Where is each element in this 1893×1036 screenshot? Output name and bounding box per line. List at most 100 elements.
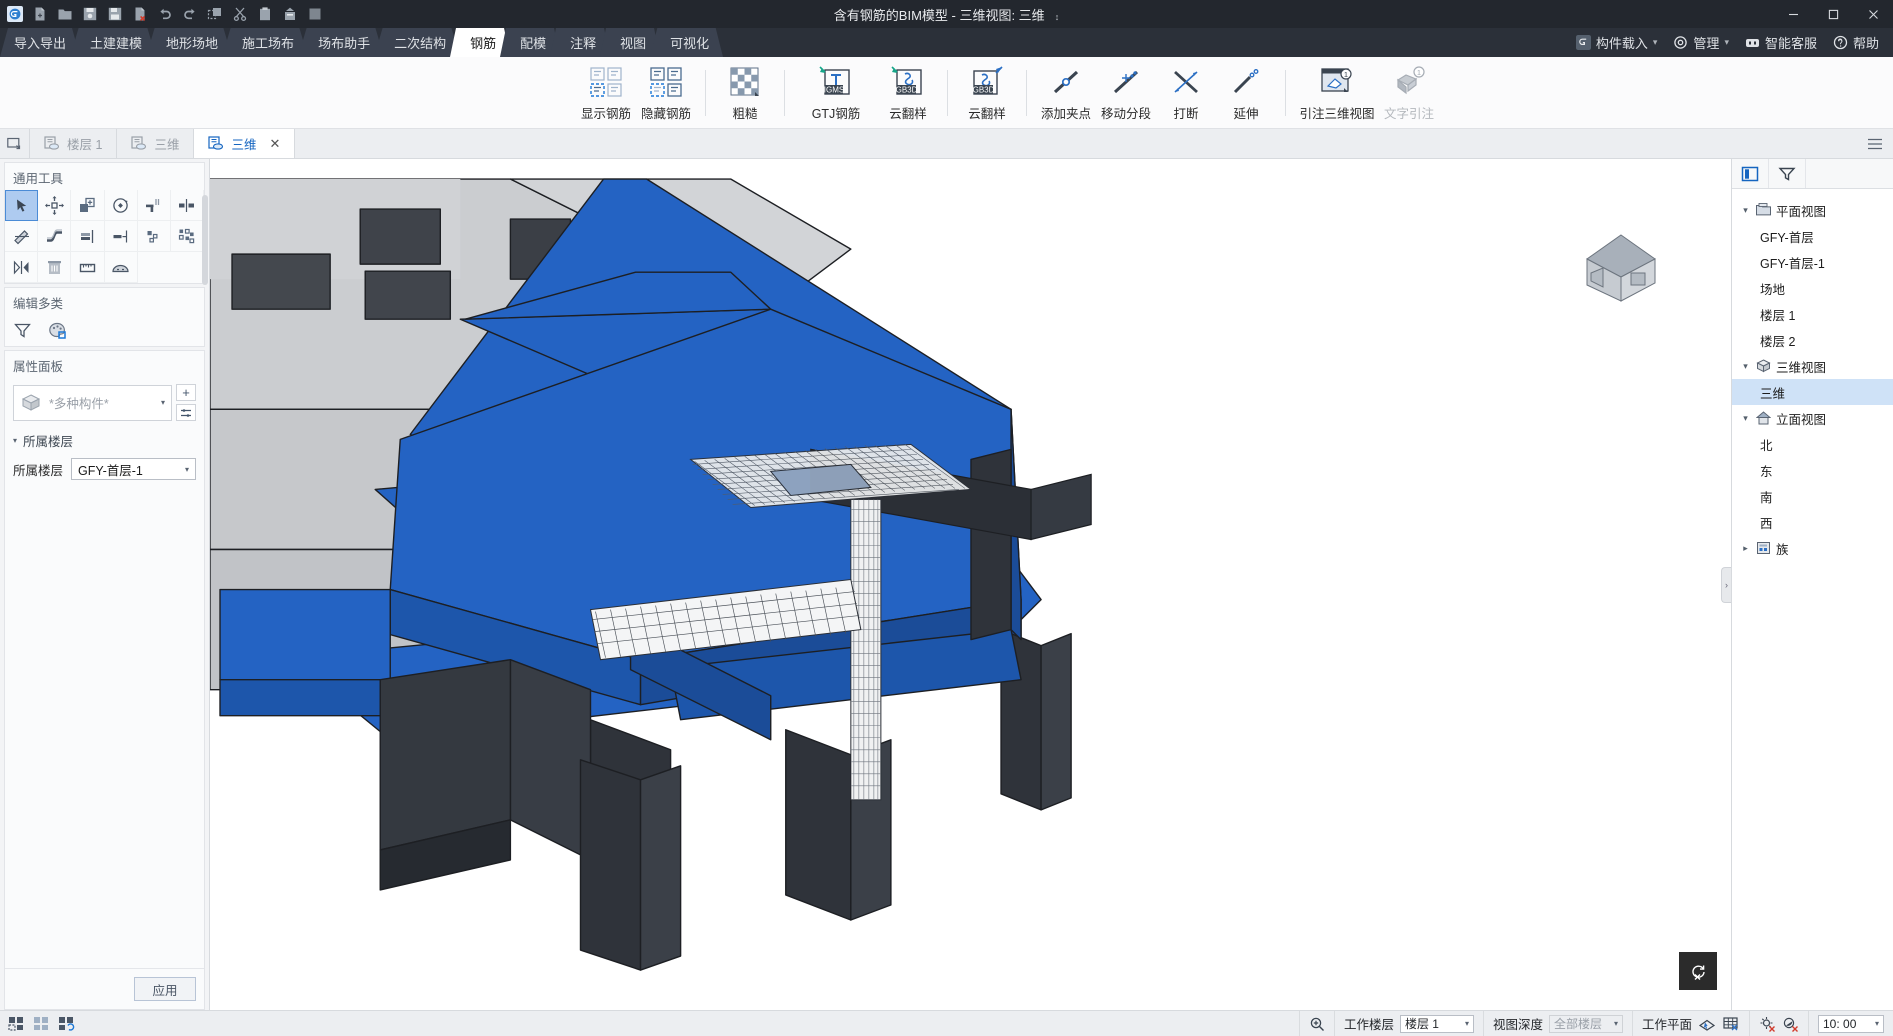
scatter-tool[interactable] xyxy=(137,221,171,252)
trim-tool[interactable] xyxy=(137,190,171,221)
work-level-select[interactable]: 楼层 1 ▾ xyxy=(1399,1014,1474,1033)
tree-node-GFY-首层[interactable]: GFY-首层 xyxy=(1732,223,1893,249)
document-tabs-menu[interactable] xyxy=(1867,129,1893,158)
tree-node-场地[interactable]: 场地 xyxy=(1732,275,1893,301)
ribbon-button-隐藏钢筋[interactable]: 隐藏钢筋 xyxy=(636,62,696,125)
offset-tool[interactable] xyxy=(5,221,39,252)
time-select[interactable]: 10: 00 ▾ xyxy=(1818,1014,1884,1033)
match-icon[interactable] xyxy=(278,3,301,26)
minimize-button[interactable] xyxy=(1773,0,1813,28)
ribbon-button-延伸[interactable]: 延伸 xyxy=(1216,62,1276,125)
shadow-off-icon[interactable] xyxy=(1782,1016,1799,1032)
save-icon[interactable] xyxy=(78,3,101,26)
edit-type-button[interactable] xyxy=(176,404,196,421)
close-icon[interactable]: ✕ xyxy=(269,136,280,152)
move-tool[interactable] xyxy=(38,190,72,221)
save-as-icon[interactable] xyxy=(103,3,126,26)
ribbon-button-显示钢筋[interactable]: 显示钢筋 xyxy=(576,62,636,125)
restore-window-icon[interactable] xyxy=(0,129,30,158)
ribbon-button-GTJ钢筋[interactable]: IGMS GTJ钢筋 xyxy=(794,62,878,125)
ribbon-button-添加夹点[interactable]: 添加夹点 xyxy=(1036,62,1096,125)
menu-tab-10[interactable]: 可视化 xyxy=(650,28,724,57)
maximize-button[interactable] xyxy=(1813,0,1853,28)
menu-tab-1[interactable]: 土建建模 xyxy=(70,28,157,57)
ribbon-button-粗糙[interactable]: 粗糙 xyxy=(715,62,775,125)
level-section-header[interactable]: ▾ 所属楼层 xyxy=(5,425,204,456)
close-button[interactable] xyxy=(1853,0,1893,28)
tree-node-GFY-首层-1[interactable]: GFY-首层-1 xyxy=(1732,249,1893,275)
chevron-down-icon[interactable]: ▾ xyxy=(1740,413,1751,424)
undo-icon[interactable] xyxy=(153,3,176,26)
select-mode-icon[interactable] xyxy=(8,1016,25,1031)
tree-node-南[interactable]: 南 xyxy=(1732,483,1893,509)
sun-off-icon[interactable] xyxy=(1759,1016,1776,1032)
reset-view-button[interactable] xyxy=(1679,952,1717,990)
tree-node-西[interactable]: 西 xyxy=(1732,509,1893,535)
select-tool[interactable] xyxy=(5,190,39,221)
tree-node-东[interactable]: 东 xyxy=(1732,457,1893,483)
tree-node-族[interactable]: ▸ 族 xyxy=(1732,535,1893,561)
menu-tab-2[interactable]: 地形场地 xyxy=(146,28,233,57)
menu-tab-5[interactable]: 二次结构 xyxy=(374,28,461,57)
copy-icon[interactable] xyxy=(203,3,226,26)
work-plane-grid-icon[interactable] xyxy=(1722,1016,1740,1031)
model-viewport[interactable]: › xyxy=(210,159,1731,1010)
section-tool[interactable] xyxy=(104,252,138,283)
filter-tab[interactable] xyxy=(1769,159,1806,188)
ribbon-button-引注三维视图[interactable]: 1 引注三维视图 xyxy=(1295,62,1379,125)
chevron-down-icon[interactable]: ▾ xyxy=(1740,361,1751,372)
redo-icon[interactable] xyxy=(178,3,201,26)
chevron-right-icon[interactable]: ▸ xyxy=(1740,543,1751,554)
zoom-region-cell[interactable] xyxy=(1298,1010,1334,1036)
palette-icon[interactable] xyxy=(40,315,75,346)
menu-tab-4[interactable]: 场布助手 xyxy=(298,28,385,57)
tools-scrollbar[interactable] xyxy=(202,195,208,285)
align-tool[interactable] xyxy=(71,221,105,252)
filter-icon[interactable] xyxy=(5,315,40,346)
close-file-icon[interactable] xyxy=(128,3,151,26)
level-select[interactable]: GFY-首层-1 ▾ xyxy=(71,458,196,480)
document-tab-1[interactable]: 三维 xyxy=(117,129,195,158)
ribbon-button-移动分段[interactable]: 移动分段 xyxy=(1096,62,1156,125)
copy-tool[interactable] xyxy=(71,190,105,221)
app-logo-icon[interactable] xyxy=(3,3,26,26)
tree-node-三维[interactable]: 三维 xyxy=(1732,379,1893,405)
add-property-button[interactable]: + xyxy=(176,384,196,401)
rotate-tool[interactable] xyxy=(104,190,138,221)
tree-node-楼层 2[interactable]: 楼层 2 xyxy=(1732,327,1893,353)
document-tab-0[interactable]: 楼层 1 xyxy=(30,129,118,158)
ribbon-button-云翻样[interactable]: GB3D 云翻样 xyxy=(957,62,1017,125)
mirror-tool[interactable] xyxy=(170,190,204,221)
tree-node-北[interactable]: 北 xyxy=(1732,431,1893,457)
work-plane-pick-icon[interactable] xyxy=(1698,1016,1716,1031)
open-folder-icon[interactable] xyxy=(53,3,76,26)
tree-node-楼层 1[interactable]: 楼层 1 xyxy=(1732,301,1893,327)
document-tab-2[interactable]: 三维 ✕ xyxy=(194,129,296,158)
tree-node-立面视图[interactable]: ▾ 立面视图 xyxy=(1732,405,1893,431)
delete-tool[interactable] xyxy=(38,252,72,283)
ribbon-button-打断[interactable]: 打断 xyxy=(1156,62,1216,125)
zoom-region-icon[interactable] xyxy=(1309,1016,1325,1032)
paste-icon[interactable] xyxy=(253,3,276,26)
menu-right-智能客服[interactable]: 智能客服 xyxy=(1739,30,1823,55)
tree-node-平面视图[interactable]: ▾ 平面视图 xyxy=(1732,197,1893,223)
menu-right-管理[interactable]: 管理 ▾ xyxy=(1667,30,1735,55)
cut-icon[interactable] xyxy=(228,3,251,26)
menu-right-构件载入[interactable]: 构件载入 ▾ xyxy=(1570,30,1664,55)
new-file-icon[interactable] xyxy=(28,3,51,26)
menu-tab-0[interactable]: 导入导出 xyxy=(0,28,81,57)
tree-node-三维视图[interactable]: ▾ 三维视图 xyxy=(1732,353,1893,379)
collapse-panel-handle[interactable]: › xyxy=(1721,566,1731,603)
crop-region-icon[interactable] xyxy=(33,1016,50,1031)
revert-icon[interactable] xyxy=(58,1016,77,1031)
apply-button[interactable]: 应用 xyxy=(134,977,196,1001)
measure-tool[interactable] xyxy=(71,252,105,283)
chevron-down-icon[interactable]: ▾ xyxy=(1740,205,1751,216)
project-browser-tab[interactable] xyxy=(1732,159,1769,188)
menu-tab-3[interactable]: 施工场布 xyxy=(222,28,309,57)
array-tool[interactable] xyxy=(170,221,204,252)
extend-tool[interactable] xyxy=(104,221,138,252)
house-view-cube[interactable] xyxy=(1577,225,1665,309)
cube-icon[interactable] xyxy=(303,3,326,26)
view-depth-select[interactable]: 全部楼层 ▾ xyxy=(1548,1014,1623,1033)
